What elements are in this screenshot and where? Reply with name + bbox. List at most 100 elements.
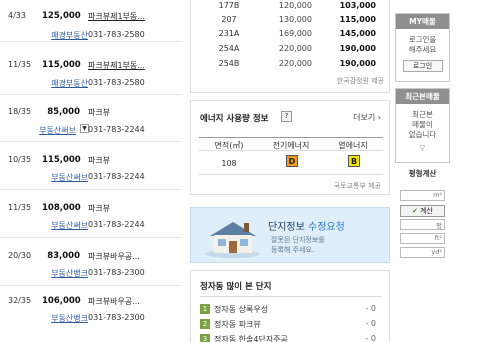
yd2-input[interactable]: yd² [400, 247, 445, 258]
listing-price: 125,000 [42, 11, 81, 21]
unit-label: yd² [431, 248, 442, 256]
agent-phone: 031-783-2300 [88, 313, 145, 322]
price-low: 120,000 [278, 1, 312, 10]
complex-name[interactable]: 파크뷰 [88, 155, 110, 166]
pyeong-type: 207 [221, 15, 237, 24]
price-low: 130,000 [278, 15, 312, 24]
calculate-button[interactable]: ✔ 계산 [400, 205, 445, 217]
pyeong-type: 231A [218, 29, 240, 38]
banner-desc-line1: 잘못된 단지정보를 [271, 236, 325, 244]
listing-price: 115,000 [42, 155, 81, 165]
most-viewed-title: 정자동 많이 본 단지 [200, 282, 272, 292]
complex-info-correction-banner[interactable]: 단지정보 수정요청 잘못된 단지정보를 등록해 주세요. [190, 207, 390, 263]
pyeong-input[interactable]: 평 [400, 219, 445, 230]
ft2-input[interactable]: ft² [400, 233, 445, 244]
floor-ratio: 18/35 [8, 107, 32, 116]
check-icon: ✔ [412, 207, 418, 215]
listing-price: 83,000 [47, 251, 80, 261]
header-area: 면적(㎡) [214, 141, 244, 150]
complex-name[interactable]: 파크뷰 [88, 203, 110, 214]
most-viewed-item[interactable]: 1 정자동 상록우성 - 0 [200, 304, 382, 317]
m2-input[interactable]: m² [400, 190, 445, 201]
rank-badge: 1 [200, 304, 210, 314]
agent-phone: 031-783-2244 [88, 172, 145, 181]
energy-info-box: 에너지 사용량 정보 ? 더보기 › 면적(㎡) 전기에너지 열에너지 108 … [190, 100, 390, 195]
price-high: 103,000 [339, 1, 376, 10]
complex-name[interactable]: 파크뷰바우공... [88, 296, 140, 307]
price-high: 190,000 [339, 59, 376, 68]
listing-row-7[interactable]: 32/35 106,000 파크뷰바우공... 부동산뱅크 031-783-23… [0, 289, 182, 342]
agent-link[interactable]: 매경부동산 [12, 78, 88, 89]
most-viewed-item[interactable]: 2 정자동 파크뷰 - 0 [200, 319, 382, 332]
unit-label: 평 [436, 222, 442, 230]
price-source: 한국감정원 제공 [336, 77, 384, 85]
recent-listings-box: 최근본매물 최근본 매물이 없습니다 ▽ [395, 88, 450, 163]
complex-name[interactable]: 파크뷰 [88, 107, 110, 118]
scroll-down-icon[interactable]: ▽ [396, 144, 449, 152]
agent-link[interactable]: 부동산써브 [12, 125, 76, 136]
price-low: 220,000 [278, 59, 312, 68]
my-listings-box: MY매물 로그인을 해주세요 로그인 [395, 13, 450, 82]
price-high: 115,000 [339, 15, 376, 24]
complex-link[interactable]: 파크뷰제1부동... [88, 11, 145, 22]
pyeong-type: 254A [218, 44, 240, 53]
view-count: - 0 [365, 319, 376, 328]
price-row: 207 130,000 115,000 [190, 14, 390, 27]
energy-table-row: 108 D B [199, 153, 383, 175]
recent-empty-text: 최근본 매물이 없습니다 [408, 110, 437, 139]
pyeong-calculator-title: 평형계산 [408, 169, 437, 178]
listing-row-3[interactable]: 18/35 85,000 파크뷰 부동산써브 ▼ 031-783-2244 [0, 97, 182, 142]
more-link[interactable]: 더보기 › [353, 112, 381, 123]
energy-title: 에너지 사용량 정보 [200, 114, 269, 124]
chevron-right-icon: › [377, 113, 381, 122]
price-row: 231A 169,000 145,000 [190, 28, 390, 41]
agent-phone: 031-783-2580 [88, 78, 145, 87]
price-row: 254A 220,000 190,000 [190, 43, 390, 56]
floor-ratio: 4/33 [8, 11, 26, 20]
recent-listings-title: 최근본매물 [396, 89, 449, 104]
agent-link[interactable]: 부동산써브 [12, 220, 88, 231]
listing-table: 4/33 125,000 파크뷰제1부동... 매경부동산 031-783-25… [0, 0, 182, 342]
agent-link[interactable]: 부동산써브 [12, 172, 88, 183]
agent-phone: 031-783-2580 [88, 30, 145, 39]
header-heat: 열에너지 [338, 141, 368, 150]
house-icon [206, 222, 260, 258]
floor-ratio: 20/30 [8, 251, 32, 260]
pyeong-type: 254B [218, 59, 240, 68]
listing-price: 108,000 [42, 203, 81, 213]
complex-name[interactable]: 정자동 한솔4단지주공 [214, 334, 288, 342]
floor-ratio: 10/35 [8, 155, 32, 164]
rank-badge: 2 [200, 319, 210, 329]
help-icon[interactable]: ? [281, 111, 292, 122]
agent-link[interactable]: 부동산뱅크 [12, 313, 88, 324]
energy-table-header: 면적(㎡) 전기에너지 열에너지 [199, 137, 383, 151]
pyeong-type: 177B [218, 1, 240, 10]
complex-name[interactable]: 정자동 파크뷰 [214, 319, 261, 330]
agent-link[interactable]: 매경부동산 [12, 30, 88, 41]
complex-name[interactable]: 파크뷰바우공... [88, 251, 140, 262]
price-low: 169,000 [278, 29, 312, 38]
my-listings-title: MY매물 [396, 14, 449, 29]
banner-title-main: 단지정보 [268, 222, 305, 233]
listing-row-6[interactable]: 20/30 83,000 파크뷰바우공... 부동산뱅크 031-783-230… [0, 241, 182, 286]
most-viewed-box: 정자동 많이 본 단지 1 정자동 상록우성 - 0 2 정자동 파크뷰 - 0… [190, 270, 390, 342]
agent-link[interactable]: 부동산뱅크 [12, 268, 88, 279]
login-prompt: 로그인을 해주세요 [408, 35, 437, 54]
listing-row-4[interactable]: 10/35 115,000 파크뷰 부동산써브 031-783-2244 [0, 145, 182, 190]
unit-label: ft² [434, 234, 442, 242]
view-count: - 0 [365, 334, 376, 342]
listing-price: 106,000 [42, 296, 81, 306]
login-button[interactable]: 로그인 [402, 60, 443, 72]
price-high: 145,000 [339, 29, 376, 38]
agent-phone: 031-783-2244 [88, 125, 145, 134]
floor-ratio: 11/35 [8, 203, 32, 212]
complex-link[interactable]: 파크뷰제1부동... [88, 60, 145, 71]
listing-price: 115,000 [42, 60, 81, 70]
listing-row-2[interactable]: 11/35 115,000 파크뷰제1부동... 매경부동산 031-783-2… [0, 50, 182, 95]
listing-row-1[interactable]: 4/33 125,000 파크뷰제1부동... 매경부동산 031-783-25… [0, 0, 182, 42]
most-viewed-item[interactable]: 3 정자동 한솔4단지주공 - 0 [200, 334, 382, 342]
complex-name[interactable]: 정자동 상록우성 [214, 304, 268, 315]
price-high: 190,000 [339, 44, 376, 53]
listing-row-5[interactable]: 11/35 108,000 파크뷰 부동산써브 031-783-2244 [0, 193, 182, 238]
rank-badge: 3 [200, 334, 210, 342]
